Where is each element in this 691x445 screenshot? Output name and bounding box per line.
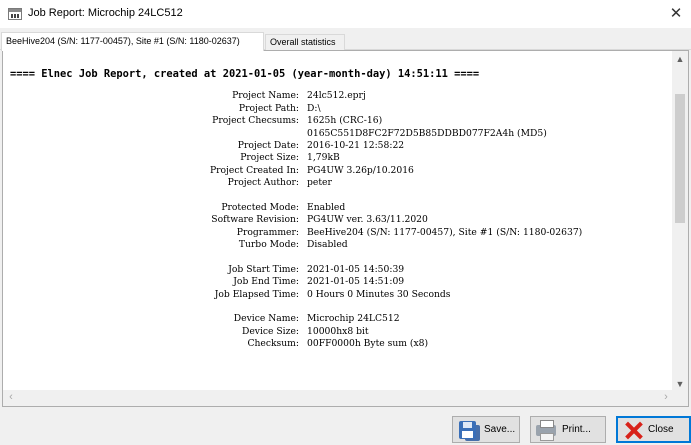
report-row-software-revision: Software Revision: PG4UW ver. 3.63/11.202… [3, 214, 674, 226]
close-button-label: Close [648, 424, 674, 435]
report-row-device-name: Device Name: Microchip 24LC512 [3, 313, 674, 325]
report-row-job-end-time: Job End Time: 2021-01-05 14:51:09 [3, 276, 674, 288]
report-row-project-checksums: Project Checsums: 1625h (CRC-16) [3, 115, 674, 127]
row-label: Device Size: [241, 325, 299, 337]
report-row-checksum: Checksum: 00FF0000h Byte sum (x8) [3, 338, 674, 350]
row-value: 1,79kB [307, 152, 340, 164]
row-label: Project Path: [238, 102, 299, 114]
report-row-programmer: Programmer: BeeHive204 (S/N: 1177-00457),… [3, 227, 674, 239]
vertical-scroll-thumb[interactable] [675, 94, 685, 223]
report-row-project-path: Project Path: D:\ [3, 103, 674, 115]
report-row-project-checksum-md5: 0165C551D8FC2F72D5B85DDBD077F2A4h (MD5) [3, 128, 674, 140]
report-title: ==== Elnec Job Report, created at 2021-0… [10, 68, 480, 80]
report-row-device-size: Device Size: 10000hx8 bit [3, 326, 674, 338]
row-value: Enabled [307, 201, 346, 213]
row-value: 00FF0000h Byte sum (x8) [307, 338, 429, 350]
row-value: 2021-01-05 14:51:09 [307, 276, 405, 288]
window-close-icon[interactable]: ✕ [661, 0, 691, 28]
row-value: 2021-01-05 14:50:39 [307, 263, 405, 275]
row-label: Project Checsums: [212, 115, 299, 127]
row-value: Microchip 24LC512 [307, 313, 400, 325]
report-row-project-name: Project Name: 24lc512.eprj [3, 90, 674, 102]
report-row-project-size: Project Size: 1,79kB [3, 152, 674, 164]
row-label: Project Author: [227, 177, 299, 189]
close-button[interactable]: Close [616, 416, 691, 443]
row-value: peter [307, 177, 332, 189]
row-label: Project Size: [240, 152, 299, 164]
row-value: D:\ [307, 102, 321, 114]
row-value: BeeHive204 (S/N: 1177-00457), Site #1 (S… [307, 226, 583, 238]
save-button[interactable]: Save... [452, 416, 520, 443]
window-title: Job Report: Microchip 24LC512 [28, 7, 183, 19]
report-text[interactable]: ==== Elnec Job Report, created at 2021-0… [3, 51, 674, 392]
row-label: Project Created In: [209, 164, 299, 176]
tab-strip: BeeHive204 (S/N: 1177-00457), Site #1 (S… [0, 32, 691, 51]
row-label: Software Revision: [211, 214, 299, 226]
row-value: 0 Hours 0 Minutes 30 Seconds [307, 288, 451, 300]
save-icon [456, 419, 480, 441]
row-label: Job Elapsed Time: [214, 288, 299, 300]
report-row-job-start-time: Job Start Time: 2021-01-05 14:50:39 [3, 264, 674, 276]
row-value: Disabled [307, 239, 348, 251]
scrollbar-corner [672, 390, 688, 406]
row-label: Project Date: [237, 139, 299, 151]
printer-icon [534, 419, 558, 441]
row-value: 1625h (CRC-16) [307, 115, 383, 127]
tab-overall-statistics[interactable]: Overall statistics [265, 34, 345, 50]
row-label: Job Start Time: [228, 263, 299, 275]
report-row-project-author: Project Author: peter [3, 177, 674, 189]
close-red-x-icon [620, 419, 644, 441]
report-row-protected-mode: Protected Mode: Enabled [3, 202, 674, 214]
report-row-job-elapsed-time: Job Elapsed Time: 0 Hours 0 Minutes 30 Se… [3, 289, 674, 301]
row-label: Device Name: [233, 313, 299, 325]
title-bar: Job Report: Microchip 24LC512 ✕ [0, 0, 691, 28]
save-button-label: Save... [484, 424, 516, 435]
scroll-up-arrow-icon[interactable]: ▲ [672, 51, 688, 67]
tab-site-report[interactable]: BeeHive204 (S/N: 1177-00457), Site #1 (S… [1, 32, 264, 51]
report-row-turbo-mode: Turbo Mode: Disabled [3, 239, 674, 251]
print-button[interactable]: Print... [530, 416, 606, 443]
row-value: PG4UW 3.26p/10.2016 [307, 164, 414, 176]
scroll-left-arrow-icon[interactable]: ‹ [3, 390, 19, 406]
row-label: Turbo Mode: [238, 239, 299, 251]
report-row-project-created-in: Project Created In: PG4UW 3.26p/10.2016 [3, 165, 674, 177]
vertical-scrollbar[interactable]: ▲ ▼ [672, 51, 688, 392]
row-label: Protected Mode: [221, 201, 299, 213]
row-value: 0165C551D8FC2F72D5B85DDBD077F2A4h (MD5) [307, 127, 547, 139]
row-value: 24lc512.eprj [307, 90, 366, 102]
row-label: Job End Time: [233, 276, 299, 288]
row-label: Project Name: [232, 90, 299, 102]
report-row-project-date: Project Date: 2016-10-21 12:58:22 [3, 140, 674, 152]
row-label: Programmer: [236, 226, 299, 238]
horizontal-scrollbar[interactable]: ‹ › [3, 390, 674, 406]
row-label [3, 128, 299, 140]
row-value: 10000hx8 bit [307, 325, 369, 337]
app-icon [8, 8, 22, 20]
report-panel: ==== Elnec Job Report, created at 2021-0… [2, 50, 689, 407]
row-label: Checksum: [247, 338, 299, 350]
row-value: 2016-10-21 12:58:22 [307, 139, 405, 151]
print-button-label: Print... [562, 424, 591, 435]
row-value: PG4UW ver. 3.63/11.2020 [307, 214, 428, 226]
